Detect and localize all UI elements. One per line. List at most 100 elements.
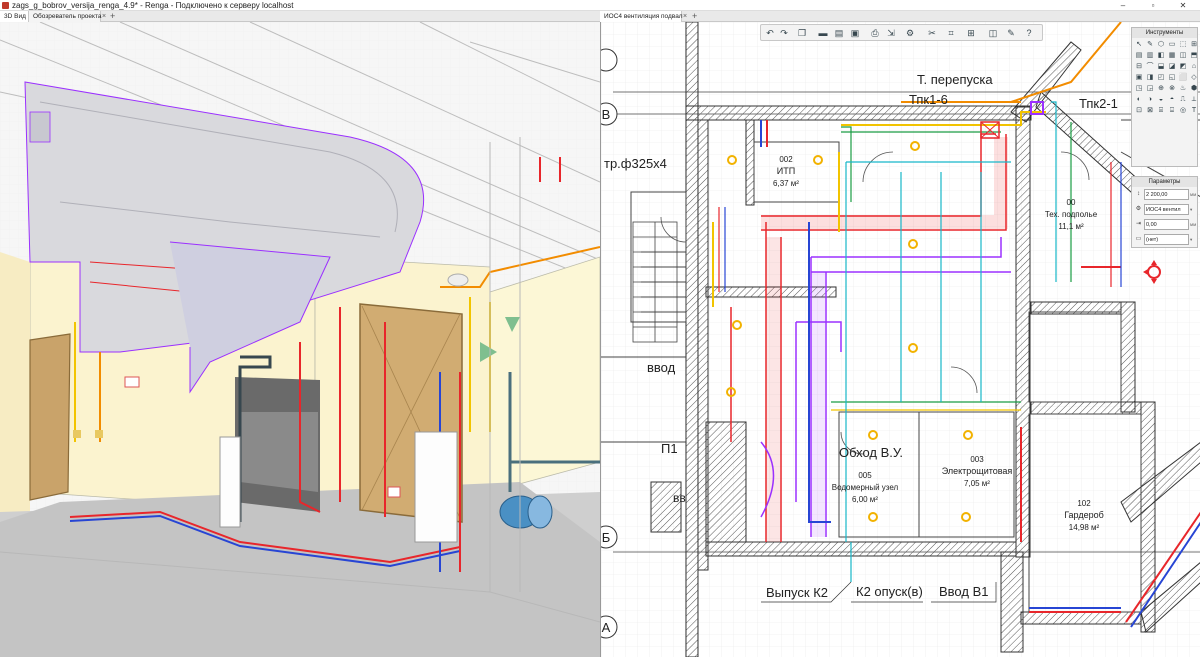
label-obhod: Обход В.У. [839,445,903,460]
tool-button[interactable]: ◨ [1145,73,1155,83]
tool-button[interactable]: ♨ [1178,84,1188,94]
tool-button[interactable]: ⌹ [1167,106,1177,116]
tool-button[interactable]: ⊗ [1167,84,1177,94]
tool-button[interactable]: ⊞ [1189,40,1199,50]
tool-button[interactable]: ◐ [1134,95,1144,105]
label-vvod: ввод [647,360,676,375]
room-tech-area: 11,1 м² [1058,222,1084,231]
chevron-down-icon[interactable]: ▾ [1190,204,1192,215]
tool-button[interactable]: ⬚ [1178,40,1188,50]
param-system-select[interactable]: ИОС4 вентил [1144,204,1189,215]
tools-panel: Инструменты ↖ ✎ ⬡ ▭ ⬚ ⊞ ▤ ▥ ◧ ▦ ◫ ⬒ ⊟ ⌒ ⬓ ◪ ◩ ⌂ ▣ ◨ ◰ ◱ ⬜ ◇ ◳ ◲ ⊕ ⊗… [1131,27,1198,167]
tab-project-browser[interactable]: Обозреватель проекта [29,11,101,22]
folder-icon[interactable]: ▬ [817,27,829,39]
height-icon: ↕ [1137,191,1140,197]
3d-scene[interactable] [0,22,600,657]
param-row-system: ⚙ ИОС4 вентил ▾ [1134,203,1195,217]
paste-icon[interactable]: ⌗ [945,27,957,39]
param-offset-unit: мм [1190,222,1197,227]
open-icon[interactable]: ▤ [833,27,845,39]
grid-icon[interactable]: ⊞ [965,27,977,39]
help-icon[interactable]: ? [1023,27,1035,39]
tab-3d-view[interactable]: 3D Вид [0,11,29,22]
tool-button[interactable]: ⌂ [1189,62,1199,72]
floor-plan[interactable]: В Б А Т. перепуска Тпк1-6 Тпк2-1 тр.ф325… [601,22,1200,657]
tool-button[interactable]: ◧ [1156,51,1166,61]
redo-icon[interactable]: ↷ [778,27,790,39]
tool-button[interactable]: ⌒ [1145,62,1155,72]
room-002-name: ИТП [777,166,795,176]
close-tab-icon[interactable]: × [102,11,106,22]
tool-button[interactable]: ⊕ [1156,84,1166,94]
cut-icon[interactable]: ✂ [926,27,938,39]
tool-button[interactable]: ◳ [1134,84,1144,94]
close-tab-icon[interactable]: × [683,11,687,22]
tool-button[interactable]: ◒ [1156,95,1166,105]
param-height-unit: мм [1190,192,1197,197]
param-height-field[interactable]: 2 200,00 [1144,189,1189,200]
style-icon: ▭ [1135,236,1142,242]
parameters-panel-title: Параметры [1132,177,1197,187]
tool-button[interactable]: ▭ [1167,40,1177,50]
tool-button[interactable]: ▥ [1145,51,1155,61]
tab-plan-ventilation[interactable]: ИОС4 вентиляция подвал [600,11,683,22]
axis-label-a: А [602,620,611,635]
tool-button[interactable]: ◇ [1189,73,1199,83]
tool-button[interactable]: ▦ [1167,51,1177,61]
add-tab-icon[interactable]: + [110,11,115,22]
tool-button[interactable]: ▣ [1134,73,1144,83]
room-003-number: 003 [970,455,984,464]
settings-icon[interactable]: ⚙ [904,27,916,39]
chevron-down-icon[interactable]: ▾ [1190,234,1192,245]
copy-icon[interactable]: ❐ [796,27,808,39]
placement-anchor-icon[interactable] [1143,258,1165,286]
tool-button[interactable]: ◫ [1178,51,1188,61]
tool-button[interactable]: T [1189,106,1199,116]
tool-button[interactable]: ⊠ [1145,106,1155,116]
room-005-area: 6,00 м² [852,495,878,504]
tool-button[interactable]: ⬡ [1156,40,1166,50]
tool-button[interactable]: ⟂ [1189,95,1199,105]
undo-icon[interactable]: ↶ [764,27,776,39]
plan-viewport[interactable]: В Б А Т. перепуска Тпк1-6 Тпк2-1 тр.ф325… [600,22,1200,657]
tool-button[interactable]: ↖ [1134,40,1144,50]
print-icon[interactable]: ⎙ [869,27,881,39]
minimize-button[interactable]: – [1112,0,1134,11]
parameters-panel: Параметры ↕ 2 200,00 мм ⚙ ИОС4 вентил ▾ … [1131,176,1198,248]
maximize-button[interactable]: ▫ [1142,0,1164,11]
tool-button[interactable]: ▤ [1134,51,1144,61]
param-style-select[interactable]: (нет) [1144,234,1189,245]
tool-button[interactable]: ⬢ [1189,84,1199,94]
tool-button[interactable]: ◩ [1178,62,1188,72]
tool-button[interactable]: ◎ [1178,106,1188,116]
tool-button[interactable]: ◓ [1167,95,1177,105]
3d-viewport[interactable] [0,22,600,657]
measure-icon[interactable]: ✎ [1005,27,1017,39]
export-icon[interactable]: ⇲ [885,27,897,39]
plan-toolbar: ↶ ↷ ❐ ▬ ▤ ▣ ⎙ ⇲ ⚙ ✂ ⌗ ⊞ ◫ ✎ ? [760,24,1043,41]
tool-button[interactable]: ⎍ [1178,95,1188,105]
tool-button[interactable]: ⌸ [1156,106,1166,116]
left-tab-bar: 3D Вид Обозреватель проекта × + [0,11,600,22]
tool-button[interactable]: ⊡ [1134,106,1144,116]
tool-button[interactable]: ◱ [1167,73,1177,83]
axis-label-b: Б [602,530,611,545]
layers-icon[interactable]: ◫ [987,27,999,39]
tool-button[interactable]: ◰ [1156,73,1166,83]
tool-button[interactable]: ⬓ [1156,62,1166,72]
room-005-name: Водомерный узел [832,483,899,492]
add-tab-icon[interactable]: + [692,11,697,22]
tool-button[interactable]: ◪ [1167,62,1177,72]
save-icon[interactable]: ▣ [849,27,861,39]
tool-button[interactable]: ⊟ [1134,62,1144,72]
tool-button[interactable]: ⬜ [1178,73,1188,83]
tool-button[interactable]: ◑ [1145,95,1155,105]
close-button[interactable]: ✕ [1172,0,1194,11]
offset-icon: ⇥ [1135,221,1142,227]
param-offset-field[interactable]: 0,00 [1144,219,1189,230]
tool-button[interactable]: ✎ [1145,40,1155,50]
tool-button[interactable]: ⬒ [1189,51,1199,61]
tool-button[interactable]: ◲ [1145,84,1155,94]
room-003-name: Электрощитовая [942,466,1013,476]
room-005-number: 005 [858,471,872,480]
